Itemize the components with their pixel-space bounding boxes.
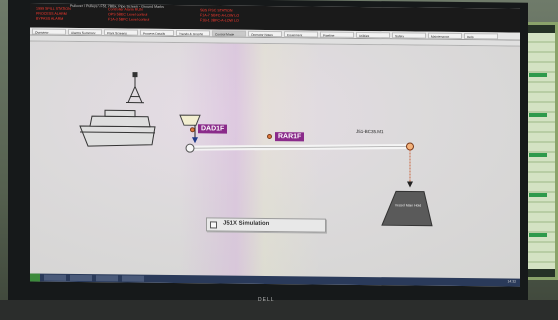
alarm-line[interactable]: BYPASS ALARM <box>36 17 71 22</box>
tab-operator-notes[interactable]: Operator Notes <box>248 30 282 38</box>
controller-marker-dad1f[interactable] <box>190 127 195 133</box>
process-diagram <box>79 72 433 227</box>
status-bar <box>529 193 547 197</box>
taskbar-item[interactable] <box>70 274 92 282</box>
simulation-checkbox[interactable] <box>210 221 217 229</box>
simulation-panel: J51X Simulation <box>206 217 326 233</box>
taskbar-clock: 14:32 <box>507 279 517 284</box>
taskbar-item[interactable] <box>44 274 66 281</box>
start-button[interactable] <box>30 273 40 282</box>
tab-maintenance[interactable]: Maintenance <box>428 32 462 40</box>
tab-overview[interactable]: Overview <box>32 28 66 35</box>
taskbar-item[interactable] <box>122 275 144 282</box>
tab-control-mode[interactable]: Control Mode <box>212 30 246 37</box>
monitor-bezel: 1999 SPILL STATION PROCESS ALARM BYPASS … <box>8 0 528 311</box>
alarm-list-1[interactable]: 1999 SPILL STATION PROCESS ALARM BYPASS … <box>36 7 71 22</box>
status-bar <box>529 233 547 237</box>
pipeline-start-node[interactable] <box>185 143 195 153</box>
line-label: J51-BC35.M1 <box>356 128 384 135</box>
crane-icon <box>126 72 144 104</box>
alarm-line[interactable]: F1B-1 3BFC-A-LOW LO <box>200 18 239 23</box>
flow-arrow-icon <box>192 137 198 144</box>
riser-box-icon[interactable] <box>179 114 201 126</box>
alarm-line[interactable]: F1A-3 5BFC Level control <box>108 17 149 22</box>
alarm-list-3[interactable]: SBS FISC STATION F1A-7 SBFC-A-LOW LO F1B… <box>200 8 239 23</box>
tank-label: Vessel Main Hold <box>394 203 422 208</box>
window-title: Pullover \ Pulleys \ F51 7BBx, Pipe Scre… <box>70 3 164 9</box>
vessel-icon[interactable] <box>79 109 156 147</box>
process-canvas: DAD1F RAR1F J51-BC35.M1 Vessel Main Hold… <box>30 41 520 279</box>
tab-help[interactable]: Help <box>464 33 498 40</box>
tag-rar1f[interactable]: RAR1F <box>275 132 305 142</box>
tab-trends[interactable]: Trends & Graphs <box>176 30 210 37</box>
tab-pipeline[interactable]: Pipeline <box>320 31 354 38</box>
status-bar <box>529 153 547 157</box>
controller-marker-rar1f[interactable] <box>267 133 272 140</box>
tab-process-details[interactable]: Process Details <box>140 29 174 37</box>
desk <box>0 300 558 320</box>
tab-equipment[interactable]: Equipment <box>284 31 318 38</box>
taskbar-item[interactable] <box>96 275 118 282</box>
status-bar <box>529 73 547 77</box>
tank-icon[interactable] <box>381 190 433 227</box>
pipeline-end-node[interactable] <box>406 142 414 151</box>
tab-plant-screens[interactable]: Plant Screens <box>104 29 138 36</box>
tab-safety[interactable]: Safety <box>392 32 426 39</box>
main-screen: 1999 SPILL STATION PROCESS ALARM BYPASS … <box>30 3 520 287</box>
tab-alarms-summary[interactable]: Alarms Summary <box>68 28 102 36</box>
drop-arrow-icon <box>407 181 413 188</box>
tab-utilities[interactable]: Utilities <box>356 31 390 39</box>
status-bar <box>529 113 547 117</box>
simulation-label: J51X Simulation <box>223 220 270 228</box>
tag-dad1f[interactable]: DAD1F <box>198 124 228 134</box>
alarm-list-2[interactable]: Controller Alarm RUN OPS 5BEC Level cont… <box>108 7 149 22</box>
monitor-brand-logo: DELL <box>258 297 275 303</box>
